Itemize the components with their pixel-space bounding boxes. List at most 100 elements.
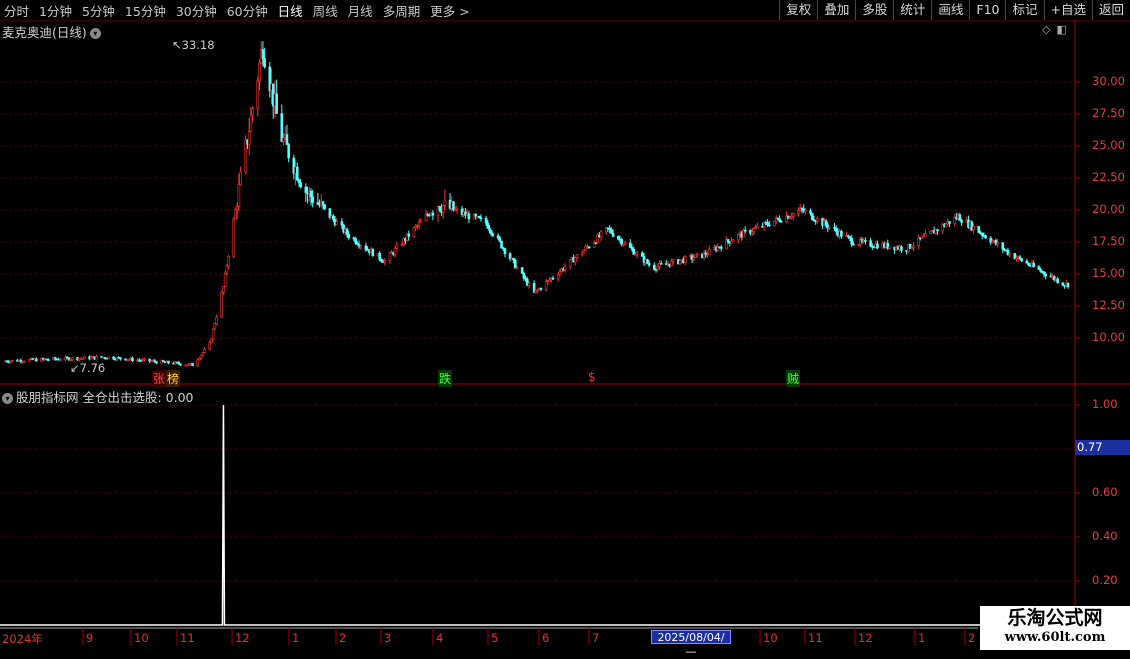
candle-body [393, 248, 397, 255]
signal-marker-0: 张 [152, 370, 167, 387]
candle-body [755, 225, 759, 228]
candle-body [628, 242, 632, 248]
price-tick-label: 25.00 [1092, 138, 1125, 152]
candle-body [520, 267, 524, 274]
candle-body [977, 226, 981, 233]
candle-body [232, 218, 236, 257]
candle-body [235, 206, 239, 210]
date-tick-label: 9 [86, 631, 94, 645]
candle-body [864, 240, 867, 242]
candle-body [479, 217, 483, 220]
candle-body [378, 252, 381, 260]
candle-body [1042, 271, 1046, 275]
candle-body [304, 186, 308, 193]
candle-body [656, 266, 660, 270]
date-tick-label: 11 [808, 631, 823, 645]
candle-body [340, 221, 344, 226]
candle-body [924, 233, 927, 237]
candle-body [816, 218, 819, 222]
candle-body [407, 233, 411, 237]
candle-body [1020, 258, 1023, 262]
candle-body [828, 226, 831, 229]
candle-body [809, 210, 812, 214]
candle-body [647, 263, 651, 266]
date-cursor: 2025/08/04/— [651, 630, 731, 658]
candle-body [486, 222, 490, 229]
indicator-tick-label: 0.60 [1092, 485, 1118, 499]
candle-body [792, 213, 795, 217]
candle-body [443, 199, 447, 206]
date-tick-label: 12 [858, 631, 873, 645]
candle-body [412, 227, 416, 237]
candle-body [743, 229, 747, 232]
candle-body [671, 259, 675, 262]
signal-marker-2: 跌 [438, 370, 453, 387]
indicator-tick-label: 0.40 [1092, 529, 1118, 543]
candle-body [616, 236, 620, 240]
candle-body [824, 220, 828, 226]
candle-body [10, 359, 14, 362]
indicator-name: 股朋指标网 全仓出击选股: 0.00 [16, 390, 194, 405]
candle-body [431, 212, 435, 216]
candle-body [311, 196, 315, 203]
price-tick-label: 15.00 [1092, 266, 1125, 280]
candle-body [213, 323, 217, 330]
chart-canvas[interactable] [0, 0, 1130, 650]
candle-body [620, 239, 623, 245]
candle-body [539, 288, 543, 290]
watermark-title: 乐淘公式网 [1007, 607, 1103, 629]
candle-body [599, 231, 603, 238]
candle-body [210, 338, 213, 344]
candle-body [876, 243, 879, 249]
candle-body [1037, 266, 1041, 270]
price-tick-label: 30.00 [1092, 74, 1125, 88]
candle-body [1025, 260, 1029, 264]
candle-body [199, 354, 203, 359]
chevron-down-icon[interactable]: ▾ [2, 393, 13, 404]
date-tick-label: 10 [763, 631, 778, 645]
candle-body [371, 248, 375, 257]
candle-body [332, 215, 335, 220]
signal-marker-3: $ [588, 370, 596, 384]
candle-body [203, 348, 206, 353]
candle-body [23, 360, 26, 363]
candle-body [948, 221, 951, 224]
candle-body [670, 260, 673, 267]
candle-body [768, 224, 771, 227]
candle-body [438, 206, 442, 211]
candle-body [309, 190, 313, 198]
candle-body [972, 226, 975, 231]
candle-body [191, 363, 194, 367]
candle-body [840, 231, 843, 237]
candle-body [251, 108, 254, 116]
candle-body [275, 93, 278, 114]
candle-body [1066, 282, 1070, 288]
date-tick-label: 1 [918, 631, 926, 645]
date-tick-label: 2 [339, 631, 347, 645]
candle-body [780, 221, 783, 223]
candle-body [455, 208, 459, 211]
candle-body [323, 204, 327, 209]
candle-body [491, 233, 495, 236]
candle-body [1061, 282, 1065, 286]
candle-body [513, 259, 517, 269]
candle-body [500, 240, 503, 249]
signal-marker-4: 贼 [786, 370, 801, 387]
candle-body [503, 248, 507, 254]
indicator-series-line [0, 404, 1075, 626]
price-tick-label: 20.00 [1092, 202, 1125, 216]
candle-body [773, 220, 776, 227]
candle-body [778, 218, 781, 222]
candle-body [383, 260, 387, 263]
candle-body [335, 221, 339, 226]
candle-body [707, 248, 711, 255]
candle-body [496, 235, 500, 238]
candle-body [258, 62, 261, 82]
watermark: 乐淘公式网 www.60lt.com [980, 606, 1130, 650]
date-tick-label: 12 [235, 631, 250, 645]
candle-body [804, 210, 807, 212]
candle-body [155, 361, 158, 364]
candle-body [1001, 242, 1005, 250]
candle-body [582, 249, 586, 254]
candle-body [610, 229, 613, 234]
